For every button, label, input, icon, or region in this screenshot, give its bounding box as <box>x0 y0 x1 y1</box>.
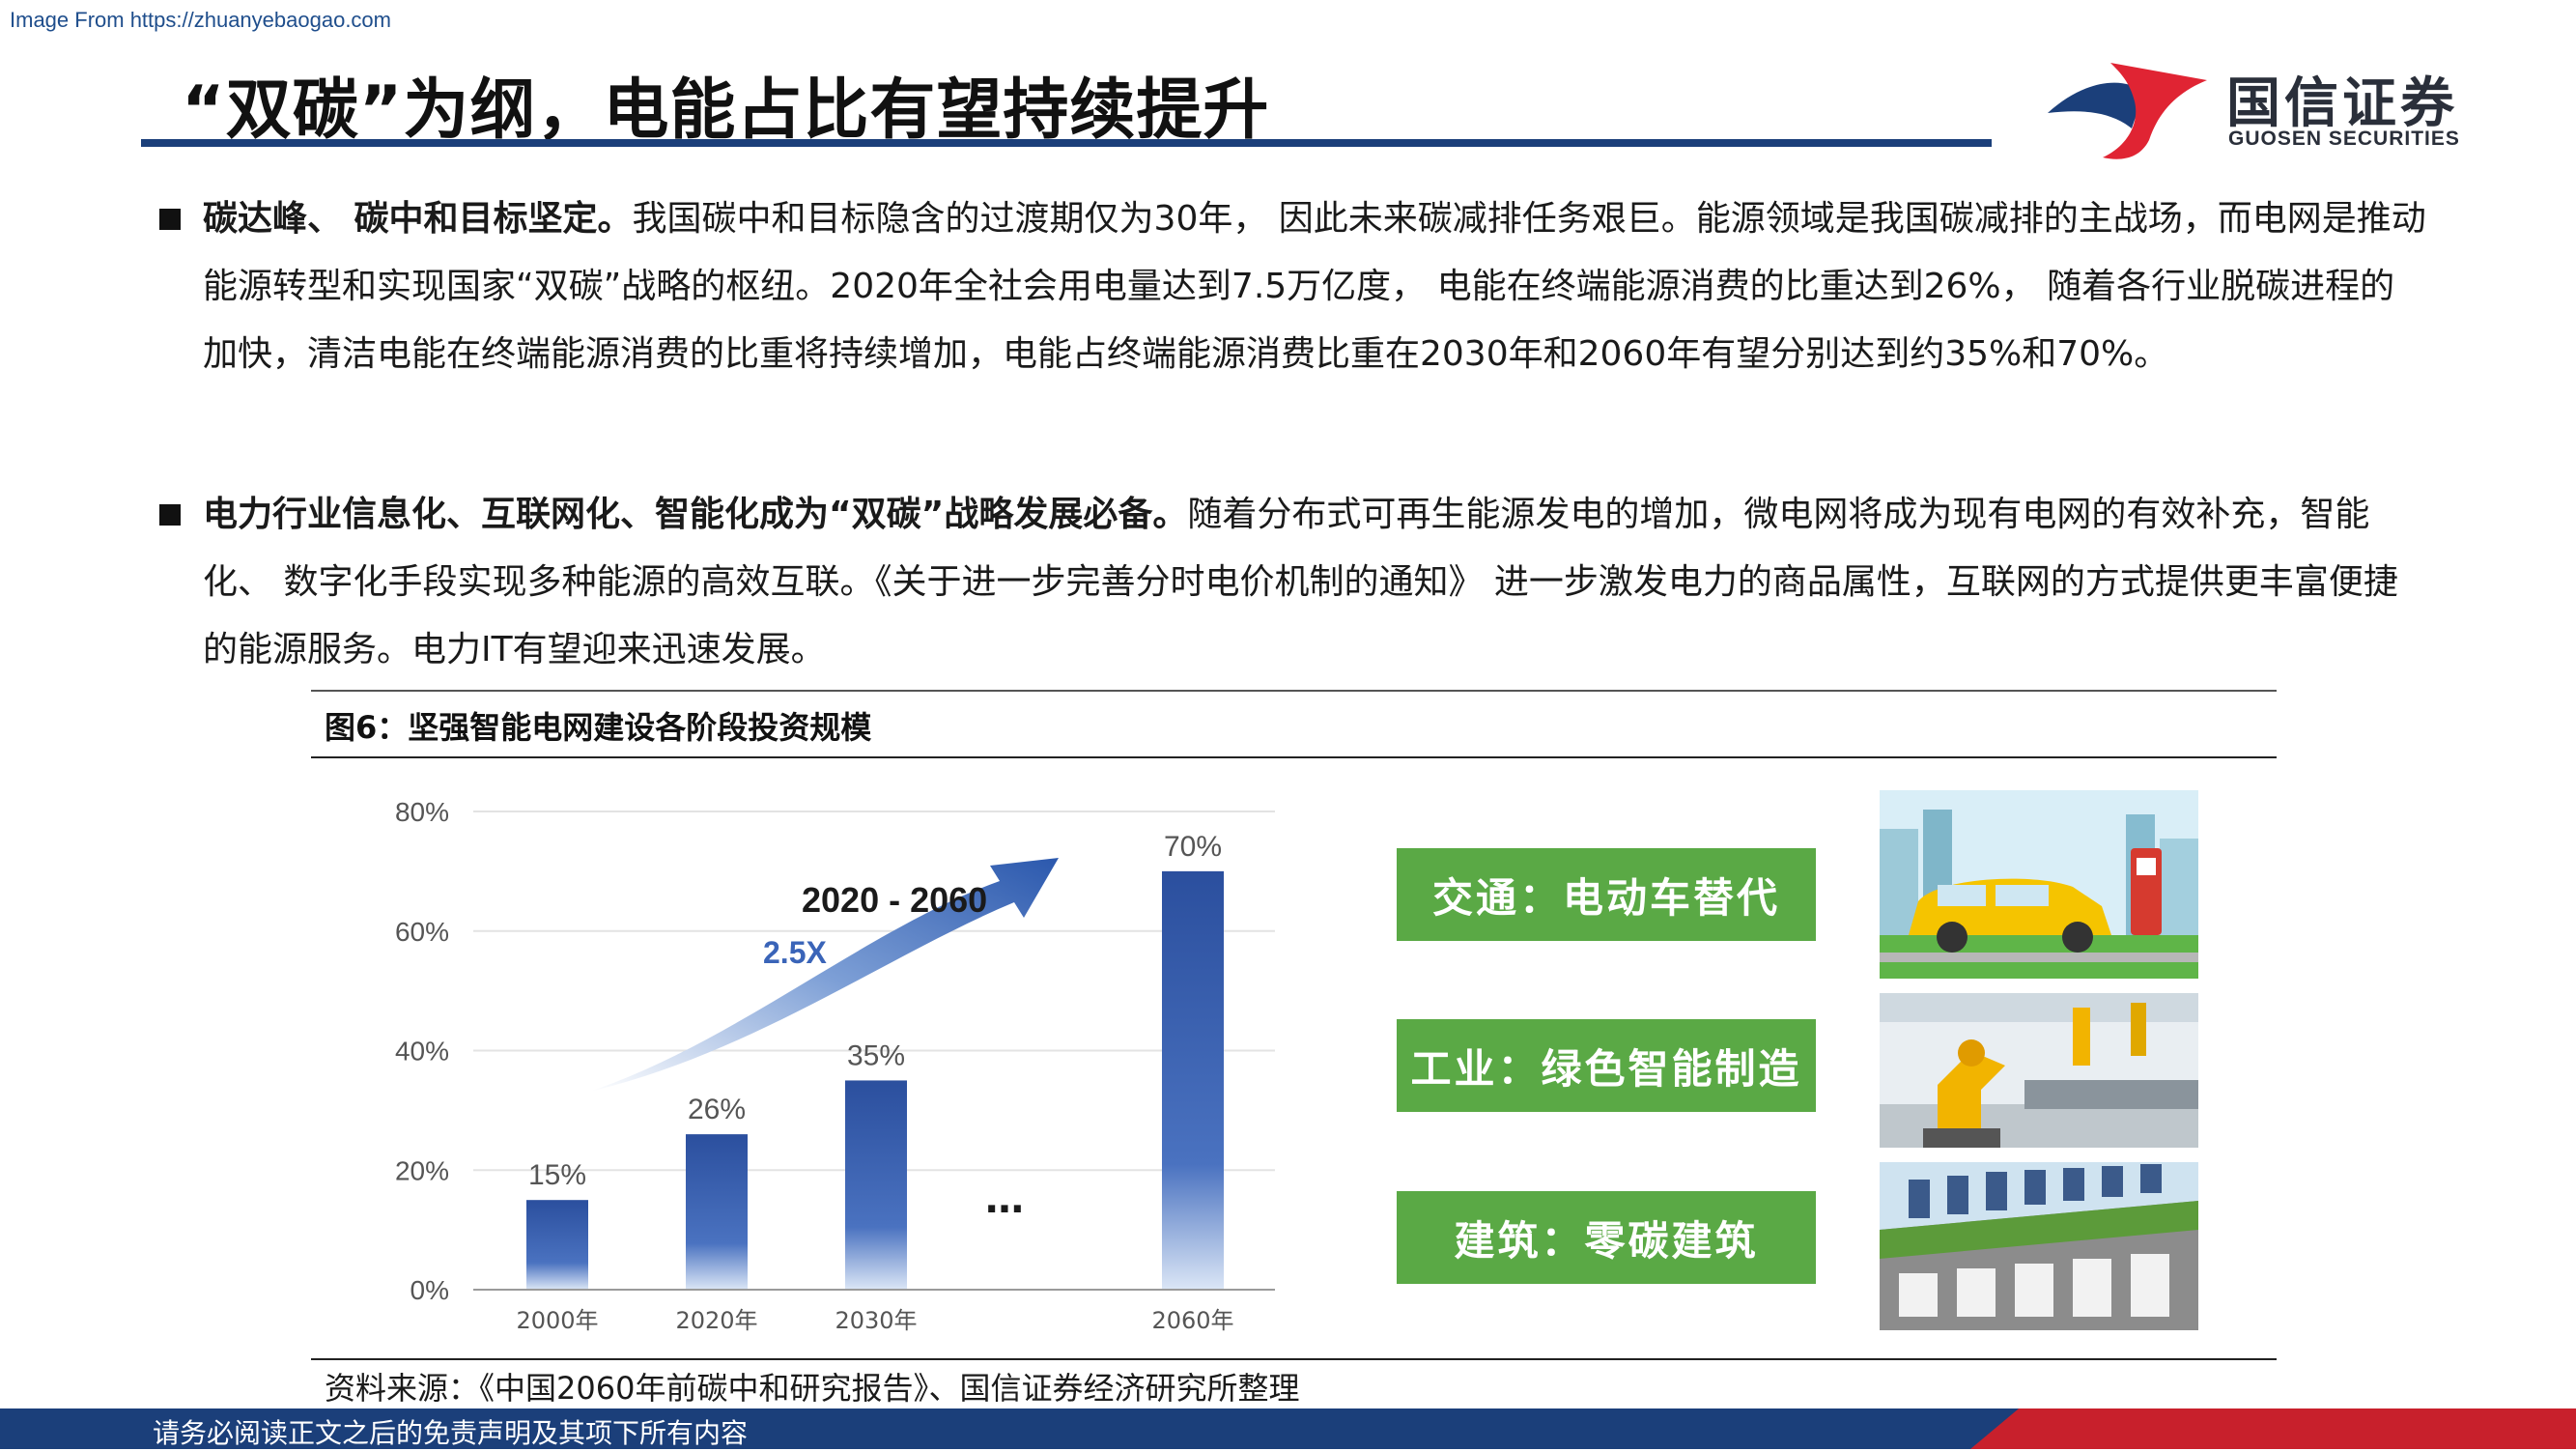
chart-bar <box>845 1080 907 1290</box>
bullet-square-icon <box>159 209 181 230</box>
chart-ellipsis: … <box>985 1178 1024 1222</box>
bullet-1-heading: 碳达峰、 碳中和目标坚定。 <box>203 199 633 239</box>
green-roof-building-image <box>1880 1162 2198 1330</box>
chart-data-label: 26% <box>688 1094 746 1125</box>
footer-accent <box>1970 1408 2576 1449</box>
chart-x-tick-label: 2030年 <box>835 1307 917 1334</box>
panel-industry-text: 工业：绿色智能制造 <box>1410 1044 1802 1093</box>
chart-x-tick-label: 2020年 <box>675 1307 757 1334</box>
electric-car-charging-image <box>1880 790 2198 979</box>
chart-y-tick-label: 20% <box>395 1155 449 1185</box>
panel-building-label: 建筑：零碳建筑 <box>1397 1191 1816 1284</box>
figure-source-note: 资料来源：《中国2060年前碳中和研究报告》、国信证券经济研究所整理 <box>325 1370 1300 1407</box>
footer-disclaimer: 请务必阅读正文之后的免责声明及其项下所有内容 <box>153 1417 749 1449</box>
bullet-2-heading: 电力行业信息化、互联网化、智能化成为“双碳”战略发展必备。 <box>203 495 1188 534</box>
chart-x-tick-label: 2000年 <box>516 1307 598 1334</box>
panel-transport-label: 交通：电动车替代 <box>1397 848 1816 941</box>
chart-y-tick-label: 40% <box>395 1037 449 1067</box>
chart-y-tick-label: 80% <box>395 797 449 827</box>
bullet-paragraph-1: 碳达峰、 碳中和目标坚定。我国碳中和目标隐含的过渡期仅为30年， 因此未来碳减排… <box>203 185 2429 388</box>
chart-data-label: 15% <box>528 1159 586 1191</box>
chart-bar <box>686 1134 748 1290</box>
bullet-square-icon <box>159 504 181 526</box>
figure-bottom-rule <box>311 1358 2277 1360</box>
chart-y-tick-label: 60% <box>395 917 449 947</box>
panel-industry-label: 工业：绿色智能制造 <box>1397 1019 1816 1112</box>
figure-title: 图6：坚强智能电网建设各阶段投资规模 <box>325 709 872 746</box>
chart-bar <box>526 1200 588 1290</box>
electricity-share-bar-chart: 0% 20% 40% 60% 80% 2020 - 2060 2.5X … 15% 200… <box>395 797 1275 1334</box>
chart-multiplier-annotation: 2.5X <box>763 935 827 970</box>
chart-x-tick-label: 2060年 <box>1151 1307 1233 1334</box>
title-underline <box>141 139 1992 147</box>
bullet-paragraph-2: 电力行业信息化、互联网化、智能化成为“双碳”战略发展必备。随着分布式可再生能源发… <box>203 481 2429 684</box>
panel-building-text: 建筑：零碳建筑 <box>1454 1216 1759 1265</box>
figure-top-rule <box>311 690 2277 692</box>
logo-english-name: GUOSEN SECURITIES <box>2228 128 2460 150</box>
industrial-robot-arm-image <box>1880 993 2198 1148</box>
chart-bar <box>1162 870 1224 1290</box>
chart-data-label: 70% <box>1164 831 1222 863</box>
chart-y-tick-label: 0% <box>410 1275 449 1305</box>
logo-chinese-name: 国信证券 <box>2226 72 2458 135</box>
chart-period-annotation: 2020 - 2060 <box>802 880 987 920</box>
figure-header-rule <box>311 756 2277 758</box>
chart-data-label: 35% <box>847 1039 905 1071</box>
panel-transport-text: 交通：电动车替代 <box>1431 873 1780 922</box>
watermark-url: Image From https://zhuanyebaogao.com <box>10 8 391 32</box>
page-title: “双碳”为纲，电能占比有望持续提升 <box>182 72 1270 149</box>
